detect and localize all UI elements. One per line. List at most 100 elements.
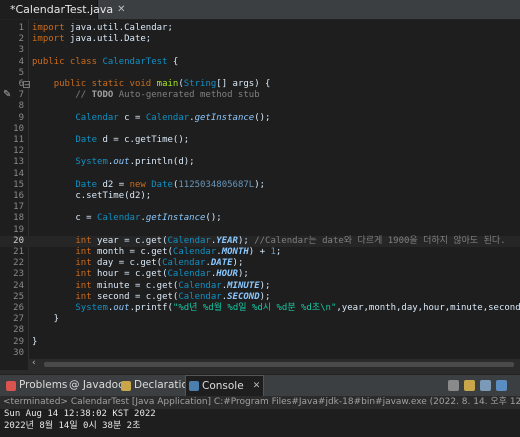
code-text[interactable]: int hour = c.get(Calendar.HOUR); xyxy=(32,269,248,280)
line-number: 18 xyxy=(13,213,24,224)
code-editor[interactable]: ‹ 1 import java.util.Calendar; 2 import jav… xyxy=(0,20,520,370)
word-wrap-icon[interactable] xyxy=(480,380,491,391)
line-number: 28 xyxy=(13,325,24,336)
line-number: 10 xyxy=(13,123,24,134)
line-number: 4 xyxy=(18,56,24,67)
code-text[interactable]: int second = c.get(Calendar.SECOND); xyxy=(32,292,270,303)
code-text[interactable]: int day = c.get(Calendar.DATE); xyxy=(32,258,243,269)
code-text[interactable]: // TODO Auto-generated method stub xyxy=(32,90,259,101)
line-number: 19 xyxy=(13,224,24,235)
code-text[interactable]: System.out.printf("%d년 %d월 %d일 %d시 %d분 %… xyxy=(32,303,520,314)
code-text[interactable]: c.setTime(d2); xyxy=(32,191,151,202)
code-line[interactable]: 24 int minute = c.get(Calendar.MINUTE); xyxy=(0,281,520,292)
code-line[interactable]: 1 import java.util.Calendar; xyxy=(0,23,520,34)
editor-tab-label: *CalendarTest.java xyxy=(10,3,114,16)
code-line[interactable]: 22 int day = c.get(Calendar.DATE); xyxy=(0,258,520,269)
line-number: 13 xyxy=(13,157,24,168)
task-marker-icon: ✎ xyxy=(3,89,12,101)
code-line[interactable]: 6 public static void main(String[] args)… xyxy=(0,79,520,90)
code-line[interactable]: 3 xyxy=(0,45,520,56)
code-line[interactable]: 5 xyxy=(0,68,520,79)
code-line[interactable]: 30 xyxy=(0,348,520,359)
line-number: 27 xyxy=(13,314,24,325)
code-line[interactable]: 27 } xyxy=(0,314,520,325)
line-number: 3 xyxy=(18,45,24,56)
console-line: 2022년 8월 14일 0시 38분 2초 xyxy=(4,420,141,431)
clear-console-icon[interactable] xyxy=(448,380,459,391)
line-number: 20 xyxy=(13,235,24,246)
code-line[interactable]: 4 public class CalendarTest { xyxy=(0,57,520,68)
code-line[interactable]: 28 xyxy=(0,325,520,336)
code-text[interactable]: import java.util.Date; xyxy=(32,34,151,45)
line-number: 12 xyxy=(13,146,24,157)
code-text[interactable]: public static void main(String[] args) { xyxy=(32,79,271,90)
code-line[interactable]: 21 int month = c.get(Calendar.MONTH) + 1… xyxy=(0,247,520,258)
code-line[interactable]: 17 xyxy=(0,202,520,213)
declaration-icon xyxy=(121,380,131,391)
code-text[interactable]: Calendar c = Calendar.getInstance(); xyxy=(32,113,270,124)
line-number: 11 xyxy=(13,135,24,145)
code-line[interactable]: 11 Date d = c.getTime(); xyxy=(0,135,520,146)
code-text[interactable]: System.out.println(d); xyxy=(32,157,194,168)
line-number: 26 xyxy=(13,303,24,313)
bottom-view-tabs: Problems @ Javadoc Declaration Console ✕ xyxy=(0,374,520,397)
code-text[interactable]: int year = c.get(Calendar.YEAR); //Calen… xyxy=(32,236,505,247)
code-line[interactable]: 18 c = Calendar.getInstance(); xyxy=(0,213,520,224)
code-line[interactable]: 13 System.out.println(d); xyxy=(0,157,520,168)
code-text[interactable]: public class CalendarTest { xyxy=(32,57,178,68)
code-text[interactable]: int minute = c.get(Calendar.MINUTE); xyxy=(32,281,270,292)
console-launch-info: <terminated> CalendarTest [Java Applicat… xyxy=(0,396,520,409)
tab-problems[interactable]: Problems xyxy=(3,375,70,396)
line-number: 21 xyxy=(13,247,24,257)
code-line[interactable]: 12 xyxy=(0,146,520,157)
line-number: 1 xyxy=(18,23,24,33)
fold-icon[interactable]: − xyxy=(23,81,30,89)
close-icon[interactable]: ✕ xyxy=(117,0,125,19)
line-number: 22 xyxy=(13,258,24,269)
code-text[interactable]: } xyxy=(32,337,37,348)
tab-label: Problems xyxy=(19,379,68,391)
code-text[interactable]: Date d = c.getTime(); xyxy=(32,135,189,146)
line-number: 8 xyxy=(18,101,24,112)
code-text[interactable]: Date d2 = new Date(1125034805687L); xyxy=(32,180,265,191)
code-line[interactable]: 16 c.setTime(d2); xyxy=(0,191,520,202)
console-icon xyxy=(189,381,199,391)
editor-tab-calendartest[interactable]: *CalendarTest.java ✕ xyxy=(0,0,126,19)
code-line[interactable]: 23 int hour = c.get(Calendar.HOUR); xyxy=(0,269,520,280)
line-number: 29 xyxy=(13,336,24,347)
code-line[interactable]: 20 int year = c.get(Calendar.YEAR); //Ca… xyxy=(0,235,520,247)
horizontal-scrollbar[interactable]: ‹ xyxy=(28,358,520,370)
tab-console[interactable]: Console ✕ xyxy=(185,375,265,397)
pin-console-icon[interactable] xyxy=(496,380,507,391)
line-number: 5 xyxy=(18,67,24,78)
line-number: 23 xyxy=(13,269,24,280)
scrollbar-thumb[interactable] xyxy=(44,362,514,367)
code-text[interactable]: int month = c.get(Calendar.MONTH) + 1; xyxy=(32,247,281,258)
problems-icon xyxy=(6,380,16,391)
code-line[interactable]: 2 import java.util.Date; xyxy=(0,34,520,45)
code-line[interactable]: 29} xyxy=(0,337,520,348)
line-number: 9 xyxy=(18,112,24,123)
line-number: 17 xyxy=(13,202,24,213)
code-line[interactable]: 10 xyxy=(0,124,520,135)
close-icon[interactable]: ✕ xyxy=(253,376,261,397)
code-line[interactable]: 7 // TODO Auto-generated method stub ✎ xyxy=(0,89,520,101)
line-number: 15 xyxy=(13,179,24,190)
console-output[interactable]: Sun Aug 14 12:38:02 KST 2022 2022년 8월 14일… xyxy=(0,409,520,437)
code-line[interactable]: 19 xyxy=(0,225,520,236)
code-text[interactable]: import java.util.Calendar; xyxy=(32,23,173,34)
code-line[interactable]: 14 xyxy=(0,169,520,180)
code-line[interactable]: 26 System.out.printf("%d년 %d월 %d일 %d시 %d… xyxy=(0,303,520,314)
line-number: 24 xyxy=(13,280,24,291)
scroll-left-icon[interactable]: ‹ xyxy=(32,358,36,368)
editor-tab-bar: *CalendarTest.java ✕ xyxy=(0,0,520,20)
line-number: 16 xyxy=(13,191,24,201)
code-line[interactable]: 15 Date d2 = new Date(1125034805687L); xyxy=(0,180,520,191)
code-line[interactable]: 8 xyxy=(0,101,520,112)
code-line[interactable]: 9 Calendar c = Calendar.getInstance(); xyxy=(0,113,520,124)
console-line: Sun Aug 14 12:38:02 KST 2022 xyxy=(4,409,156,419)
code-text[interactable]: } xyxy=(32,314,59,325)
code-line[interactable]: 25 int second = c.get(Calendar.SECOND); xyxy=(0,292,520,303)
code-text[interactable]: c = Calendar.getInstance(); xyxy=(32,213,221,224)
scroll-lock-icon[interactable] xyxy=(464,380,475,391)
